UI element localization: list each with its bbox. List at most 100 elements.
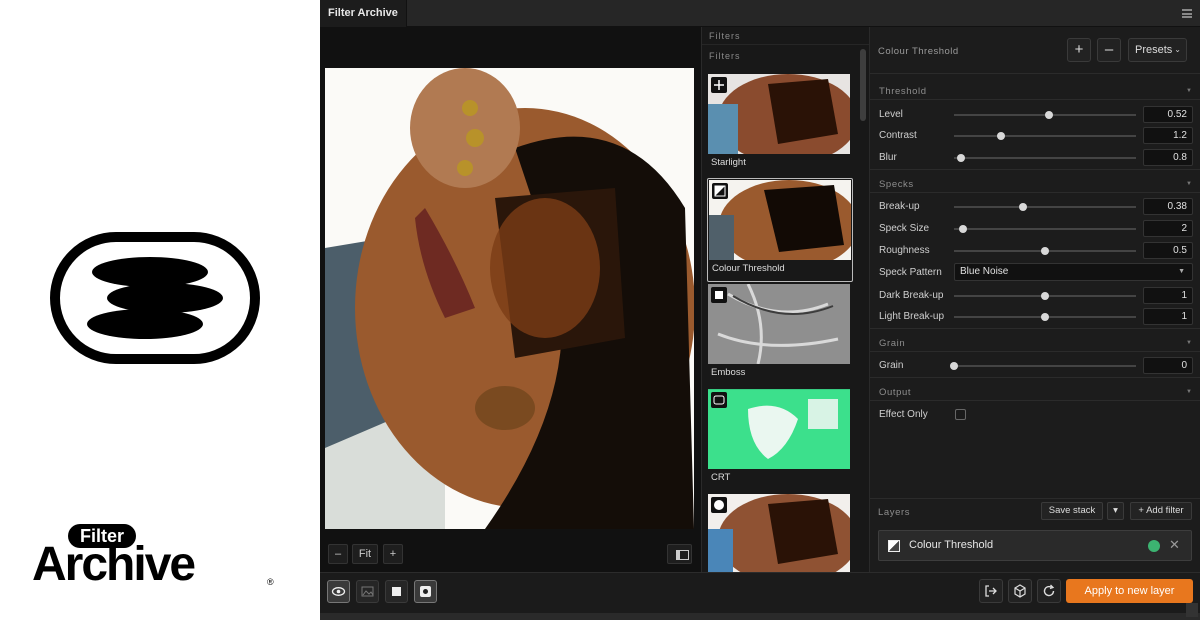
breakup-slider[interactable] <box>954 203 1136 211</box>
preview-image[interactable] <box>325 68 694 529</box>
add-filter-button[interactable]: + Add filter <box>1130 502 1192 520</box>
brand-archive-word: Archive <box>32 538 196 591</box>
layer-visibility-indicator[interactable] <box>1148 540 1160 552</box>
presets-label: Presets <box>1135 44 1173 56</box>
contrast-value[interactable]: 1.2 <box>1143 127 1193 144</box>
filter-title: Colour Threshold <box>878 46 959 57</box>
caret-down-icon[interactable]: ▼ <box>1186 340 1192 346</box>
filter-card-halftone[interactable] <box>707 493 853 572</box>
dark-breakup-value[interactable]: 1 <box>1143 287 1193 304</box>
speck-pattern-select[interactable]: Blue Noise ▼ <box>954 263 1193 281</box>
filter-thumbnail <box>709 180 851 260</box>
filter-archive-logo-icon <box>50 232 260 364</box>
roughness-slider[interactable] <box>954 247 1136 255</box>
divider <box>870 73 1200 74</box>
export-icon[interactable] <box>979 579 1003 603</box>
light-breakup-slider[interactable] <box>954 313 1136 321</box>
filter-card-emboss[interactable]: Emboss <box>707 283 853 387</box>
filter-card-crt[interactable]: CRT <box>707 388 853 492</box>
roughness-slider-knob[interactable] <box>1041 247 1049 255</box>
caret-down-icon[interactable]: ▼ <box>1186 389 1192 395</box>
caret-down-icon[interactable]: ▼ <box>1186 88 1192 94</box>
light-breakup-slider-knob[interactable] <box>1041 313 1049 321</box>
contrast-label: Contrast <box>879 130 917 141</box>
bottom-toolbar: Apply to new layer <box>320 572 1200 620</box>
eye-icon[interactable] <box>327 580 350 603</box>
divider <box>870 351 1200 352</box>
filters-scrollbar[interactable] <box>860 49 866 121</box>
presets-dropdown[interactable]: Presets ⌄ <box>1128 38 1187 62</box>
breakup-value[interactable]: 0.38 <box>1143 198 1193 215</box>
hamburger-icon[interactable] <box>1182 9 1192 18</box>
speck-size-slider-knob[interactable] <box>959 225 968 233</box>
resize-grip-icon[interactable] <box>1186 603 1198 617</box>
roughness-value[interactable]: 0.5 <box>1143 242 1193 259</box>
chevron-down-icon: ▼ <box>1178 268 1185 275</box>
remove-filter-instance-button[interactable]: – <box>1097 38 1121 62</box>
effect-only-label: Effect Only <box>879 409 928 420</box>
status-strip <box>320 613 1200 620</box>
light-breakup-value[interactable]: 1 <box>1143 308 1193 325</box>
add-filter-instance-button[interactable]: + <box>1067 38 1091 62</box>
registered-mark: ® <box>267 577 274 587</box>
divider <box>870 498 1200 499</box>
filter-thumbnail <box>708 494 850 572</box>
effect-only-checkbox[interactable] <box>955 409 966 420</box>
grain-slider[interactable] <box>950 362 1136 370</box>
level-slider[interactable] <box>954 111 1136 119</box>
level-label: Level <box>879 109 903 120</box>
speck-size-slider[interactable] <box>954 225 1136 233</box>
zoom-in-button[interactable]: + <box>383 544 403 564</box>
filter-thumbnail <box>708 284 850 364</box>
filter-card-colour-threshold[interactable]: Colour Threshold <box>707 178 853 282</box>
zoom-out-button[interactable]: – <box>328 544 348 564</box>
sparkle-icon <box>711 77 727 93</box>
caret-down-icon[interactable]: ▼ <box>1186 181 1192 187</box>
apply-to-new-layer-button[interactable]: Apply to new layer <box>1066 579 1193 603</box>
close-icon[interactable]: ✕ <box>1169 537 1180 553</box>
layer-row[interactable]: Colour Threshold ✕ <box>878 530 1192 561</box>
tab-filter-archive[interactable]: Filter Archive <box>320 0 407 27</box>
effect-view-icon[interactable] <box>414 580 437 603</box>
breakup-label: Break-up <box>879 201 920 212</box>
section-threshold[interactable]: Threshold <box>879 86 927 97</box>
blur-slider-knob[interactable] <box>957 154 966 162</box>
halftone-icon <box>711 497 727 513</box>
brand-panel: Filter Archive ® <box>0 0 320 620</box>
level-value[interactable]: 0.52 <box>1143 106 1193 123</box>
filters-subheader: Filters <box>709 51 741 61</box>
dark-breakup-slider[interactable] <box>954 292 1136 300</box>
cube-icon[interactable] <box>1008 579 1032 603</box>
blur-slider[interactable] <box>954 154 1136 162</box>
canvas-area: – Fit + <box>320 27 701 572</box>
dark-breakup-slider-knob[interactable] <box>1041 292 1049 300</box>
zoom-fit-button[interactable]: Fit <box>352 544 378 564</box>
contrast-slider-knob[interactable] <box>997 132 1006 140</box>
breakup-slider-knob[interactable] <box>1019 203 1028 211</box>
blur-label: Blur <box>879 152 897 163</box>
filter-card-starlight[interactable]: Starlight <box>707 73 853 177</box>
threshold-icon <box>712 183 728 199</box>
divider <box>870 328 1200 329</box>
square-view-icon[interactable] <box>385 580 408 603</box>
section-specks[interactable]: Specks <box>879 179 914 190</box>
section-grain[interactable]: Grain <box>879 338 905 349</box>
speck-size-value[interactable]: 2 <box>1143 220 1193 237</box>
emboss-icon <box>711 287 727 303</box>
speck-size-label: Speck Size <box>879 223 930 234</box>
crt-icon <box>711 392 727 408</box>
save-stack-button[interactable]: Save stack <box>1041 502 1103 520</box>
contrast-slider[interactable] <box>954 132 1136 140</box>
image-icon[interactable] <box>356 580 379 603</box>
roughness-label: Roughness <box>879 245 930 256</box>
grain-value[interactable]: 0 <box>1143 357 1193 374</box>
grain-slider-knob[interactable] <box>950 362 958 370</box>
save-stack-dropdown-button[interactable]: ▾ <box>1107 502 1124 520</box>
level-slider-knob[interactable] <box>1044 111 1053 119</box>
section-output[interactable]: Output <box>879 387 911 398</box>
refresh-icon[interactable] <box>1037 579 1061 603</box>
panel-toggle-icon[interactable] <box>667 544 692 564</box>
blur-value[interactable]: 0.8 <box>1143 149 1193 166</box>
title-bar: Filter Archive <box>320 0 1200 27</box>
divider <box>870 169 1200 170</box>
